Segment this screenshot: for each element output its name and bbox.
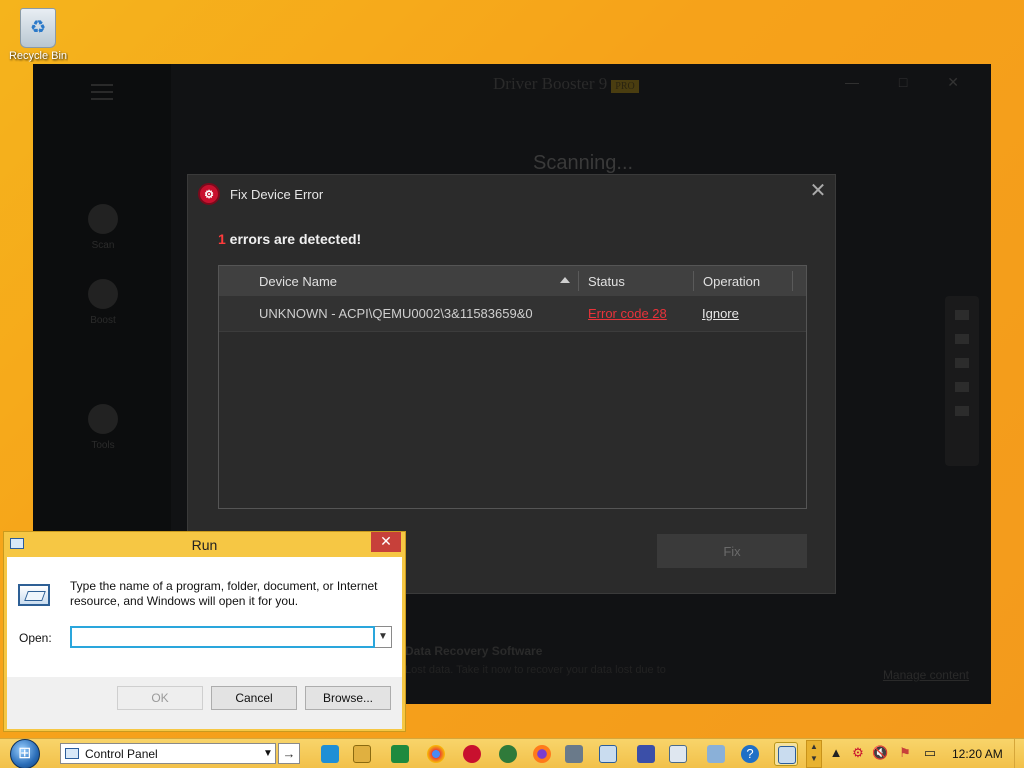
volume-muted-icon[interactable]: 🔇: [872, 745, 888, 761]
system-taskbar-button[interactable]: [666, 742, 690, 766]
control-panel-icon: [65, 748, 79, 759]
clock[interactable]: 12:20 AM: [952, 747, 1003, 761]
show-hidden-icons-icon[interactable]: ▲: [828, 745, 844, 761]
excel-taskbar-button[interactable]: [388, 742, 412, 766]
scan-icon: [88, 204, 118, 234]
cancel-button[interactable]: Cancel: [211, 686, 297, 710]
browse-button[interactable]: Browse...: [305, 686, 391, 710]
show-desktop-button[interactable]: [1014, 739, 1024, 768]
errors-headline: 1 errors are detected!: [218, 231, 362, 247]
column-operation[interactable]: Operation: [693, 271, 793, 291]
tool-icon: [565, 745, 583, 763]
network-icon[interactable]: ▭: [922, 745, 938, 761]
edge-taskbar-button[interactable]: [318, 742, 342, 766]
run-titlebar: Run ✕: [4, 532, 405, 557]
windows-start-icon: [10, 739, 40, 768]
close-button[interactable]: ✕: [807, 181, 829, 203]
driver-booster-title: Driver Booster 9 PRO: [493, 74, 639, 94]
window-controls[interactable]: — □ ✕: [845, 74, 977, 91]
table-row: UNKNOWN - ACPI\QEMU0002\3&11583659&0 Err…: [219, 296, 806, 332]
open-input[interactable]: [70, 626, 375, 648]
error-count: 1: [218, 231, 226, 247]
open-dropdown-chevron-icon[interactable]: ▼: [375, 626, 392, 648]
taskbar: Control Panel ▼ → ? ▲▼ ▲ ⚙ 🔇 ⚑ ▭ 12:20 A…: [0, 738, 1024, 768]
go-button[interactable]: →: [278, 743, 300, 764]
ad-text: Lost data. Take it now to recover your d…: [405, 664, 666, 676]
recycle-bin-icon: [20, 8, 56, 48]
right-tool-rail[interactable]: [945, 296, 979, 466]
column-device-name[interactable]: Device Name: [219, 266, 578, 296]
device-table: Device Name Status Operation UNKNOWN - A…: [218, 265, 807, 509]
run-close-button[interactable]: ✕: [371, 532, 401, 552]
monitor-icon: [707, 745, 725, 763]
firefox-taskbar-button[interactable]: [530, 742, 554, 766]
device-name-cell: UNKNOWN - ACPI\QEMU0002\3&11583659&0: [259, 306, 533, 321]
chrome-icon: [427, 745, 445, 763]
ignore-link[interactable]: Ignore: [702, 306, 739, 321]
chat-icon: [955, 406, 969, 416]
run-description: Type the name of a program, folder, docu…: [70, 579, 378, 608]
help-icon: ?: [741, 745, 759, 763]
error-code-link[interactable]: Error code 28: [588, 306, 667, 321]
tool-taskbar-button[interactable]: [562, 742, 586, 766]
edge-icon: [321, 745, 339, 763]
network-taskbar-button[interactable]: [704, 742, 728, 766]
ad-title: Data Recovery Software: [405, 644, 543, 658]
file-explorer-taskbar-button[interactable]: [350, 742, 374, 766]
run-program-icon: [18, 584, 50, 606]
recycle-bin-label: Recycle Bin: [8, 50, 68, 62]
run-body: Type the name of a program, folder, docu…: [7, 557, 402, 729]
driver-booster-tray-icon[interactable]: ⚙: [850, 745, 866, 761]
dialog-titlebar: ⚙ Fix Device Error: [198, 183, 323, 205]
open-label: Open:: [19, 631, 52, 645]
app-taskbar-button[interactable]: [496, 742, 520, 766]
column-status[interactable]: Status: [578, 271, 693, 291]
driver-booster-taskbar-button[interactable]: [460, 742, 484, 766]
dialog-title: Fix Device Error: [230, 186, 324, 202]
help-taskbar-button[interactable]: ?: [738, 742, 762, 766]
settings-icon: [637, 745, 655, 763]
nav-boost[interactable]: Boost: [73, 279, 133, 326]
rocket-icon: [88, 279, 118, 309]
chevron-down-icon[interactable]: ▼: [261, 748, 275, 759]
system-icon: [669, 745, 687, 763]
window-taskbar-button[interactable]: [596, 742, 620, 766]
run-button-bar: OK Cancel Browse...: [7, 677, 402, 729]
ok-button[interactable]: OK: [117, 686, 203, 710]
nav-tools[interactable]: Tools: [73, 404, 133, 451]
taskbar-scroll-icon[interactable]: ▲ ▼: [806, 740, 822, 768]
window-icon: [955, 382, 969, 392]
gear-app-icon: [499, 745, 517, 763]
address-value: Control Panel: [85, 746, 158, 761]
run-taskbar-button[interactable]: [774, 742, 798, 766]
action-center-icon[interactable]: ⚑: [897, 745, 913, 761]
gear-icon: [955, 358, 969, 368]
nav-scan[interactable]: Scan: [73, 204, 133, 251]
scanning-status: Scanning...: [533, 152, 634, 174]
tools-icon: [88, 404, 118, 434]
pro-badge: PRO: [611, 80, 639, 93]
address-toolbar[interactable]: Control Panel ▼: [60, 743, 276, 764]
chrome-taskbar-button[interactable]: [424, 742, 448, 766]
settings-taskbar-button[interactable]: [634, 742, 658, 766]
table-header: Device Name Status Operation: [219, 266, 806, 296]
monitor-icon: [955, 310, 969, 320]
fix-button[interactable]: Fix: [657, 534, 807, 568]
folder-icon: [353, 745, 371, 763]
manage-content-link[interactable]: Manage content: [883, 668, 969, 682]
run-icon: [778, 746, 796, 764]
driver-booster-icon: [463, 745, 481, 763]
excel-icon: [391, 745, 409, 763]
recycle-bin-desktop-icon[interactable]: Recycle Bin: [8, 8, 68, 62]
hamburger-menu-icon[interactable]: [91, 84, 113, 100]
window-icon: [599, 745, 617, 763]
start-button[interactable]: [10, 739, 50, 768]
sort-ascending-icon: [560, 277, 570, 283]
run-title: Run: [191, 537, 218, 553]
firefox-icon: [533, 745, 551, 763]
run-dialog: Run ✕ Type the name of a program, folder…: [3, 531, 406, 732]
windows-icon: [955, 334, 969, 344]
driver-booster-logo-icon: ⚙: [198, 183, 220, 205]
